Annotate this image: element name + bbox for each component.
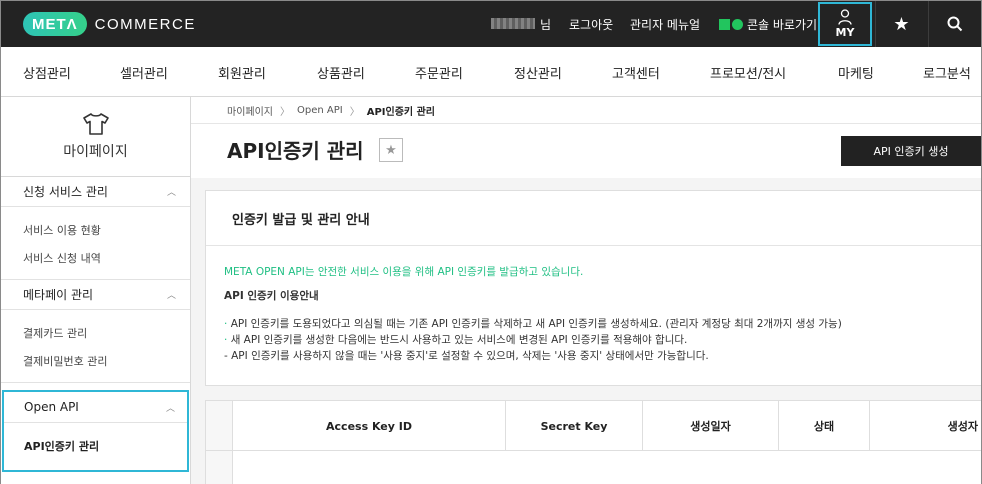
add-favorite-button[interactable]: ★	[379, 138, 403, 162]
chevron-up-icon: ︿	[165, 403, 175, 414]
table-header: Access Key ID Secret Key 생성일자 상태 생성자	[206, 401, 981, 451]
sidebar-links-metapay: 결제카드 관리 결제비밀번호 관리	[1, 310, 190, 383]
sidebar-section-label: Open API	[24, 400, 79, 414]
sidebar-section-label: 메타페이 관리	[23, 288, 94, 302]
console-circle-icon	[732, 19, 743, 30]
column-header-creator: 생성자	[869, 401, 982, 451]
info-line: · API 인증키를 도용되었다고 의심될 때는 기존 API 인증키를 삭제하…	[224, 318, 842, 330]
breadcrumb-item[interactable]: 마이페이지	[227, 103, 273, 118]
api-key-table: Access Key ID Secret Key 생성일자 상태 생성자	[205, 400, 981, 484]
console-shortcut-label: 콘솔 바로가기	[747, 18, 818, 32]
gnb-item-order[interactable]: 주문관리	[415, 63, 463, 82]
breadcrumb: 마이페이지 〉 Open API 〉 API인증키 관리	[191, 97, 981, 124]
star-icon: ★	[385, 142, 397, 158]
search-icon	[947, 16, 963, 32]
column-header-status: 상태	[778, 401, 869, 451]
sidebar-header: 마이페이지	[1, 97, 190, 177]
chevron-up-icon: ︿	[166, 291, 176, 301]
generate-api-key-button[interactable]: API 인증키 생성	[841, 136, 981, 166]
chevron-up-icon: ︿	[166, 188, 176, 198]
page-title: API인증키 관리	[227, 139, 364, 163]
title-bar: API인증키 관리 ★ API 인증키 생성	[191, 124, 981, 178]
my-button[interactable]: MY	[818, 2, 872, 46]
gnb-item-promotion[interactable]: 프로모션/전시	[710, 63, 786, 82]
gnb-item-seller[interactable]: 셀러관리	[120, 63, 168, 82]
info-heading: 인증키 발급 및 관리 안내	[206, 191, 981, 246]
meta-commerce-logo[interactable]: METΛ COMMERCE	[23, 12, 196, 36]
sidebar-link-payment-password[interactable]: 결제비밀번호 관리	[23, 348, 190, 376]
sidebar: 마이페이지 신청 서비스 관리 ︿ 서비스 이용 현황 서비스 신청 내역 메타…	[1, 97, 191, 484]
person-icon	[838, 9, 852, 25]
gnb-item-store[interactable]: 상점관리	[23, 63, 71, 82]
info-line: · 새 API 인증키를 생성한 다음에는 반드시 사용하고 있는 서비스에 변…	[224, 334, 688, 346]
star-icon: ★	[893, 13, 910, 35]
breadcrumb-item[interactable]: Open API	[297, 105, 343, 116]
console-square-icon	[719, 19, 730, 30]
column-header-secret-key: Secret Key	[505, 401, 642, 451]
sidebar-link-service-usage[interactable]: 서비스 이용 현황	[23, 217, 190, 245]
logout-link[interactable]: 로그아웃	[569, 16, 613, 33]
gnb-item-product[interactable]: 상품관리	[317, 63, 365, 82]
my-label: MY	[835, 26, 855, 39]
breadcrumb-current: API인증키 관리	[366, 106, 435, 118]
breadcrumb-separator-icon: 〉	[349, 106, 360, 118]
shirt-icon	[82, 112, 109, 135]
info-body: META OPEN API는 안전한 서비스 이용을 위해 API 인증키를 발…	[206, 246, 981, 364]
gnb-item-customer-center[interactable]: 고객센터	[612, 63, 660, 82]
sidebar-title: 마이페이지	[63, 143, 128, 160]
sidebar-section-label: 신청 서비스 관리	[23, 185, 108, 199]
info-card: 인증키 발급 및 관리 안내 META OPEN API는 안전한 서비스 이용…	[205, 190, 981, 386]
sidebar-section-subscription[interactable]: 신청 서비스 관리 ︿	[1, 177, 190, 207]
logo-text: COMMERCE	[94, 15, 196, 33]
favorites-button[interactable]: ★	[875, 1, 927, 47]
sidebar-section-open-api[interactable]: Open API ︿	[4, 392, 187, 423]
info-line: - API 인증키를 사용하지 않을 때는 '사용 중지'로 설정할 수 있으며…	[224, 350, 709, 362]
column-header-created-date: 생성일자	[642, 401, 778, 451]
search-button[interactable]	[928, 1, 981, 47]
gnb-item-marketing[interactable]: 마케팅	[838, 63, 874, 82]
user-suffix: 님	[540, 18, 552, 32]
sidebar-link-service-requests[interactable]: 서비스 신청 내역	[23, 245, 190, 273]
logo-badge: METΛ	[23, 12, 87, 36]
sidebar-link-api-key-management[interactable]: API인증키 관리	[4, 423, 187, 454]
sidebar-link-payment-card[interactable]: 결제카드 관리	[23, 320, 190, 348]
info-subheading: API 인증키 이용안내	[224, 290, 319, 302]
top-bar: METΛ COMMERCE 님 로그아웃 관리자 메뉴얼 콘솔 바로가기 MY …	[1, 1, 981, 47]
column-header-access-key-id: Access Key ID	[232, 401, 505, 451]
masked-username	[491, 18, 535, 29]
sidebar-links-subscription: 서비스 이용 현황 서비스 신청 내역	[1, 207, 190, 280]
gnb-item-log-analysis[interactable]: 로그분석	[923, 63, 971, 82]
bullet-icon: ·	[224, 334, 228, 346]
gnb-item-settlement[interactable]: 정산관리	[514, 63, 562, 82]
global-nav: 상점관리 셀러관리 회원관리 상품관리 주문관리 정산관리 고객센터 프로모션/…	[1, 47, 981, 97]
breadcrumb-separator-icon: 〉	[280, 106, 290, 118]
main-content: 마이페이지 〉 Open API 〉 API인증키 관리 API인증키 관리 ★…	[191, 97, 981, 484]
admin-manual-link[interactable]: 관리자 메뉴얼	[630, 16, 700, 33]
sidebar-section-open-api-highlight: Open API ︿ API인증키 관리	[2, 390, 189, 472]
console-shortcut-link[interactable]: 콘솔 바로가기	[719, 16, 817, 33]
info-green-notice: META OPEN API는 안전한 서비스 이용을 위해 API 인증키를 발…	[224, 266, 584, 278]
table-row	[232, 451, 982, 484]
bullet-icon: ·	[224, 318, 228, 330]
sidebar-section-metapay[interactable]: 메타페이 관리 ︿	[1, 280, 190, 310]
gnb-item-member[interactable]: 회원관리	[218, 63, 266, 82]
